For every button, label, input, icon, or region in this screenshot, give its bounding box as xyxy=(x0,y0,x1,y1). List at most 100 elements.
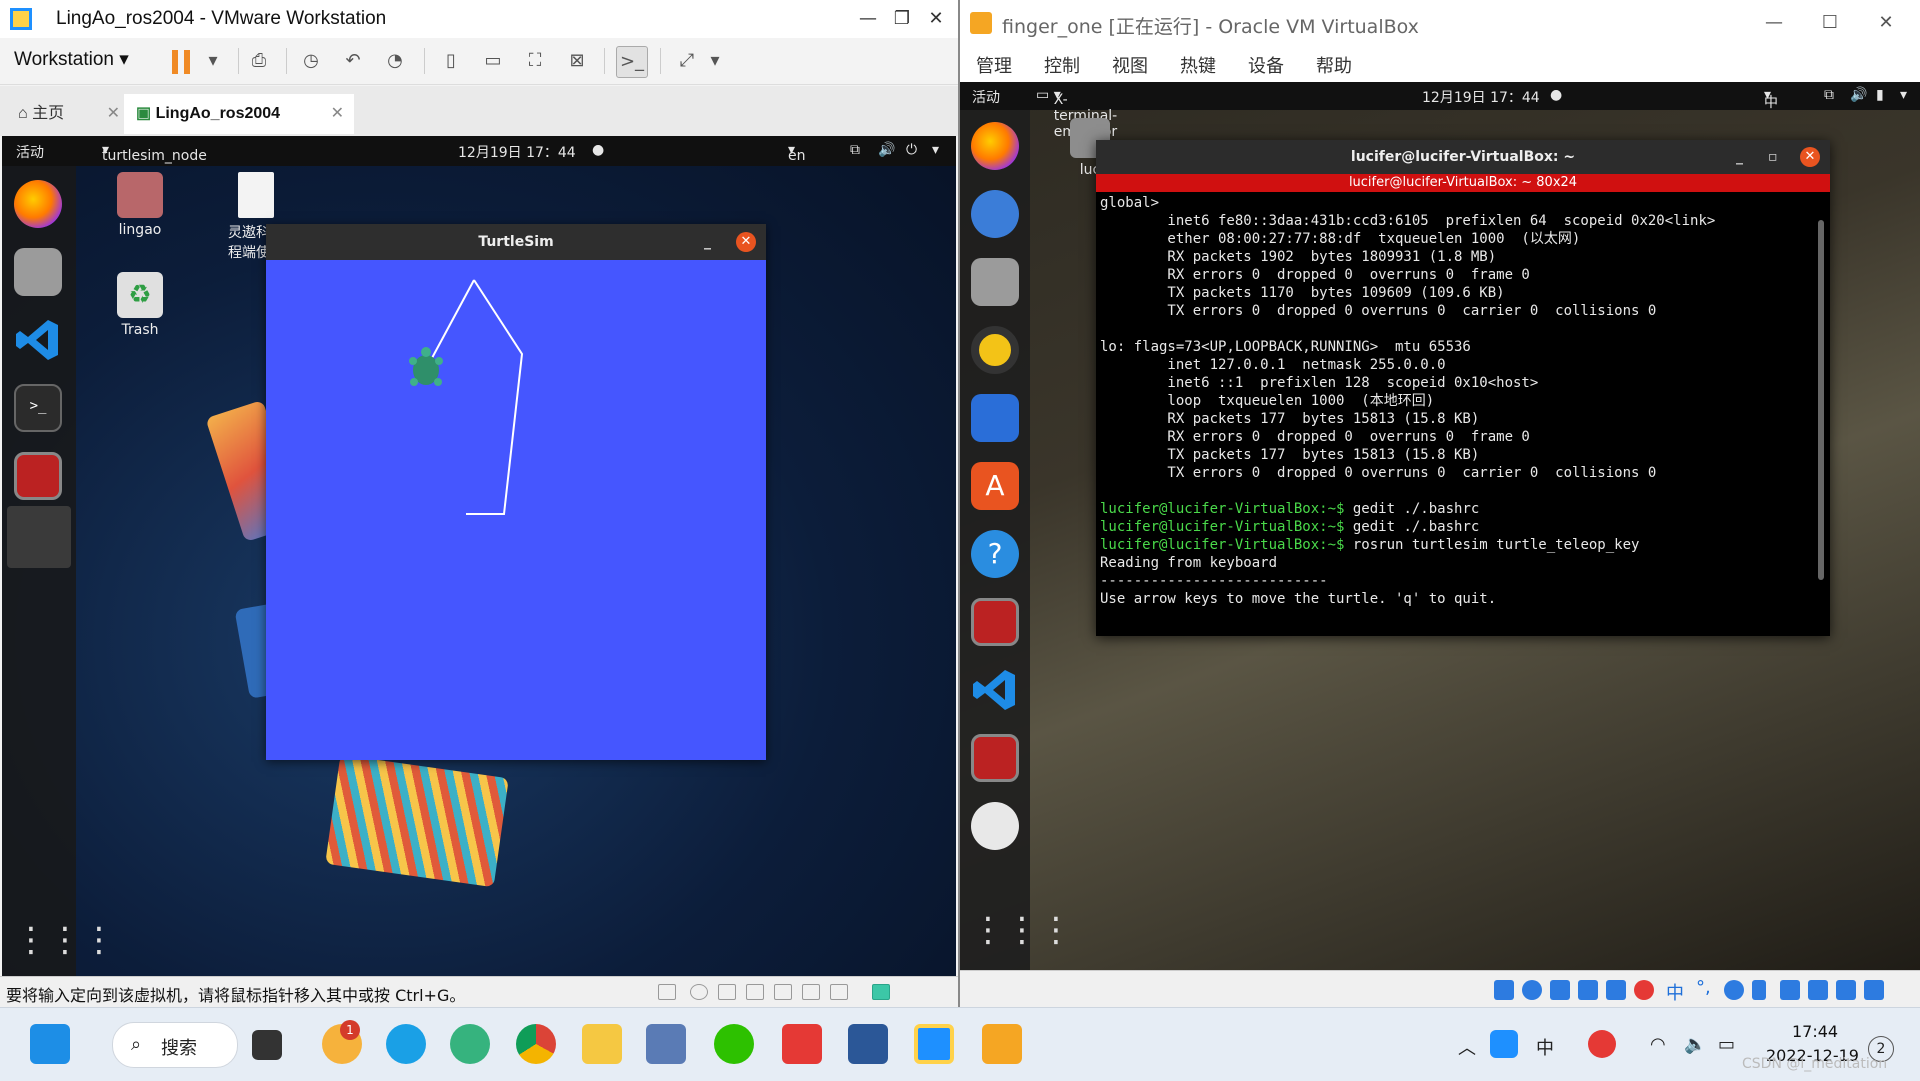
maximize-icon[interactable]: ☐ xyxy=(1812,8,1848,38)
snapshot-manager-icon[interactable]: ◔ xyxy=(380,46,410,76)
toolbox-icon[interactable] xyxy=(1864,980,1884,1000)
red-app-icon[interactable] xyxy=(971,598,1019,646)
message-icon[interactable] xyxy=(872,984,890,1000)
virtualbox-taskbar-icon[interactable] xyxy=(646,1024,686,1064)
word-icon[interactable] xyxy=(848,1024,888,1064)
network-adapter-icon[interactable] xyxy=(718,984,736,1000)
workstation-menu[interactable]: Workstation ▾ xyxy=(14,48,129,71)
clock[interactable]: 12月19日 17：44 xyxy=(458,142,576,162)
close-icon[interactable]: ✕ xyxy=(1868,8,1904,38)
writer-icon[interactable] xyxy=(971,394,1019,442)
snapshot-icon[interactable]: ◷ xyxy=(296,46,326,76)
close-icon[interactable]: ✕ xyxy=(918,4,954,34)
app-menu[interactable]: turtlesim_node ▾ xyxy=(102,142,207,164)
wifi-icon[interactable]: ◠ xyxy=(1650,1034,1666,1055)
turtlesim-canvas[interactable] xyxy=(266,260,766,760)
skin-icon[interactable] xyxy=(1836,980,1856,1000)
menu-manage[interactable]: 管理 xyxy=(976,52,1012,78)
maximize-icon[interactable]: ▫ xyxy=(1768,140,1778,174)
close-icon[interactable]: ✕ xyxy=(331,94,344,134)
red-app-icon[interactable] xyxy=(14,452,62,500)
battery-icon[interactable]: ▭ xyxy=(1718,1034,1735,1055)
minimize-icon[interactable]: — xyxy=(850,4,886,34)
send-ctrl-alt-del-icon[interactable]: ⎙ xyxy=(244,46,274,76)
clock-time[interactable]: 17:44 xyxy=(1792,1022,1838,1041)
rhythmbox-icon[interactable] xyxy=(971,326,1019,374)
close-icon[interactable]: ✕ xyxy=(1800,147,1820,167)
volume-icon[interactable]: 🔈 xyxy=(1684,1034,1706,1055)
app-menu[interactable]: ▭ X-terminal-emulator ▾ xyxy=(1036,87,1117,140)
system-menu-chevron-icon[interactable]: ▾ xyxy=(1900,87,1907,103)
fullscreen-icon[interactable]: ⛶ xyxy=(520,46,550,76)
minimize-icon[interactable]: _ xyxy=(1736,140,1743,174)
volume-icon[interactable]: 🔊 xyxy=(878,142,895,158)
red-app-icon-active[interactable] xyxy=(971,734,1019,782)
software-center-icon[interactable]: A xyxy=(971,462,1019,510)
unity-icon[interactable]: ⊠ xyxy=(562,46,592,76)
terminal-output[interactable]: global> inet6 fe80::3daa:431b:ccd3:6105 … xyxy=(1100,194,1810,630)
edge-icon[interactable] xyxy=(386,1024,426,1064)
wechat-icon[interactable] xyxy=(714,1024,754,1064)
thumbnail-view-icon[interactable]: ▭ xyxy=(478,46,508,76)
firefox-icon[interactable] xyxy=(971,122,1019,170)
menu-control[interactable]: 控制 xyxy=(1044,52,1080,78)
firefox-icon[interactable] xyxy=(14,180,62,228)
pause-dropdown-icon[interactable]: ▾ xyxy=(198,46,228,76)
terminal-scrollbar[interactable] xyxy=(1818,220,1824,580)
input-method-indicator[interactable]: 中 ▾ xyxy=(1764,87,1778,111)
keyboard-icon[interactable] xyxy=(1780,980,1800,1000)
vmware-guest-screen[interactable]: 活动 turtlesim_node ▾ 12月19日 17：44 ● en ▾ … xyxy=(2,136,956,976)
optical-drive-icon[interactable] xyxy=(1522,980,1542,1000)
search-box[interactable]: ⌕ 搜索 xyxy=(112,1022,238,1068)
help-icon[interactable]: ? xyxy=(971,530,1019,578)
ime-chinese-indicator[interactable]: 中 xyxy=(1666,979,1684,1005)
dock-slot-active[interactable] xyxy=(7,506,71,568)
edge-dev-icon[interactable] xyxy=(450,1024,490,1064)
network-adapter-icon[interactable] xyxy=(1578,980,1598,1000)
minimize-icon[interactable]: — xyxy=(1756,8,1792,38)
menu-view[interactable]: 视图 xyxy=(1112,52,1148,78)
stretch-icon[interactable]: ⤢ xyxy=(672,46,702,76)
volume-icon[interactable]: 🔊 xyxy=(1850,87,1867,103)
vscode-icon[interactable] xyxy=(971,666,1019,714)
virtualbox-titlebar[interactable]: finger_one [正在运行] - Oracle VM VirtualBox… xyxy=(960,0,1920,44)
show-applications-icon[interactable]: ⋮⋮⋮ xyxy=(971,906,1073,954)
file-explorer-icon[interactable] xyxy=(582,1024,622,1064)
console-view-icon[interactable]: >_ xyxy=(616,46,648,78)
system-menu-chevron-icon[interactable]: ▾ xyxy=(932,142,939,158)
library-view-icon[interactable]: ▯ xyxy=(436,46,466,76)
virtualbox-guest-screen[interactable]: 活动 ▭ X-terminal-emulator ▾ 12月19日 17：44 … xyxy=(960,82,1920,970)
close-icon[interactable]: ✕ xyxy=(107,94,120,134)
mail-icon[interactable] xyxy=(971,190,1019,238)
menu-devices[interactable]: 设备 xyxy=(1248,52,1284,78)
disc-icon[interactable] xyxy=(971,802,1019,850)
power-icon[interactable]: ⏻ xyxy=(906,142,917,158)
turtlesim-window[interactable]: TurtleSim _ ✕ xyxy=(266,224,766,760)
cd-icon[interactable] xyxy=(690,984,708,1000)
audio-icon[interactable] xyxy=(1550,980,1570,1000)
network-icon[interactable]: ⧉ xyxy=(850,142,860,158)
pause-icon[interactable] xyxy=(172,50,178,74)
sound-icon[interactable] xyxy=(774,984,792,1000)
app-taskbar-icon[interactable] xyxy=(982,1024,1022,1064)
activities-button[interactable]: 活动 xyxy=(972,87,1000,107)
menu-help[interactable]: 帮助 xyxy=(1316,52,1352,78)
desktop-icon-trash[interactable]: ♻ Trash xyxy=(100,272,180,338)
hdd-icon[interactable] xyxy=(1494,980,1514,1000)
task-view-icon[interactable] xyxy=(252,1030,282,1060)
microphone-icon[interactable] xyxy=(1752,980,1766,1000)
display-icon[interactable] xyxy=(830,984,848,1000)
show-applications-icon[interactable]: ⋮⋮⋮ xyxy=(14,916,116,964)
desktop-icon-home[interactable]: lingao xyxy=(100,172,180,238)
terminal-window[interactable]: lucifer@lucifer-VirtualBox: ~ _ ▫ ✕ luci… xyxy=(1096,140,1830,636)
chrome-icon[interactable] xyxy=(516,1024,556,1064)
network-icon[interactable]: ⧉ xyxy=(1824,87,1834,103)
restore-icon[interactable]: ❐ xyxy=(884,4,920,34)
ime-indicator[interactable]: 中 xyxy=(1536,1034,1554,1060)
hdd-icon[interactable] xyxy=(658,984,676,1000)
tray-app-icon[interactable] xyxy=(1490,1030,1518,1058)
language-indicator[interactable]: en ▾ xyxy=(788,142,806,164)
stretch-dropdown-icon[interactable]: ▾ xyxy=(700,46,730,76)
punctuation-icon[interactable]: °, xyxy=(1696,977,1711,998)
wps-icon[interactable] xyxy=(782,1024,822,1064)
